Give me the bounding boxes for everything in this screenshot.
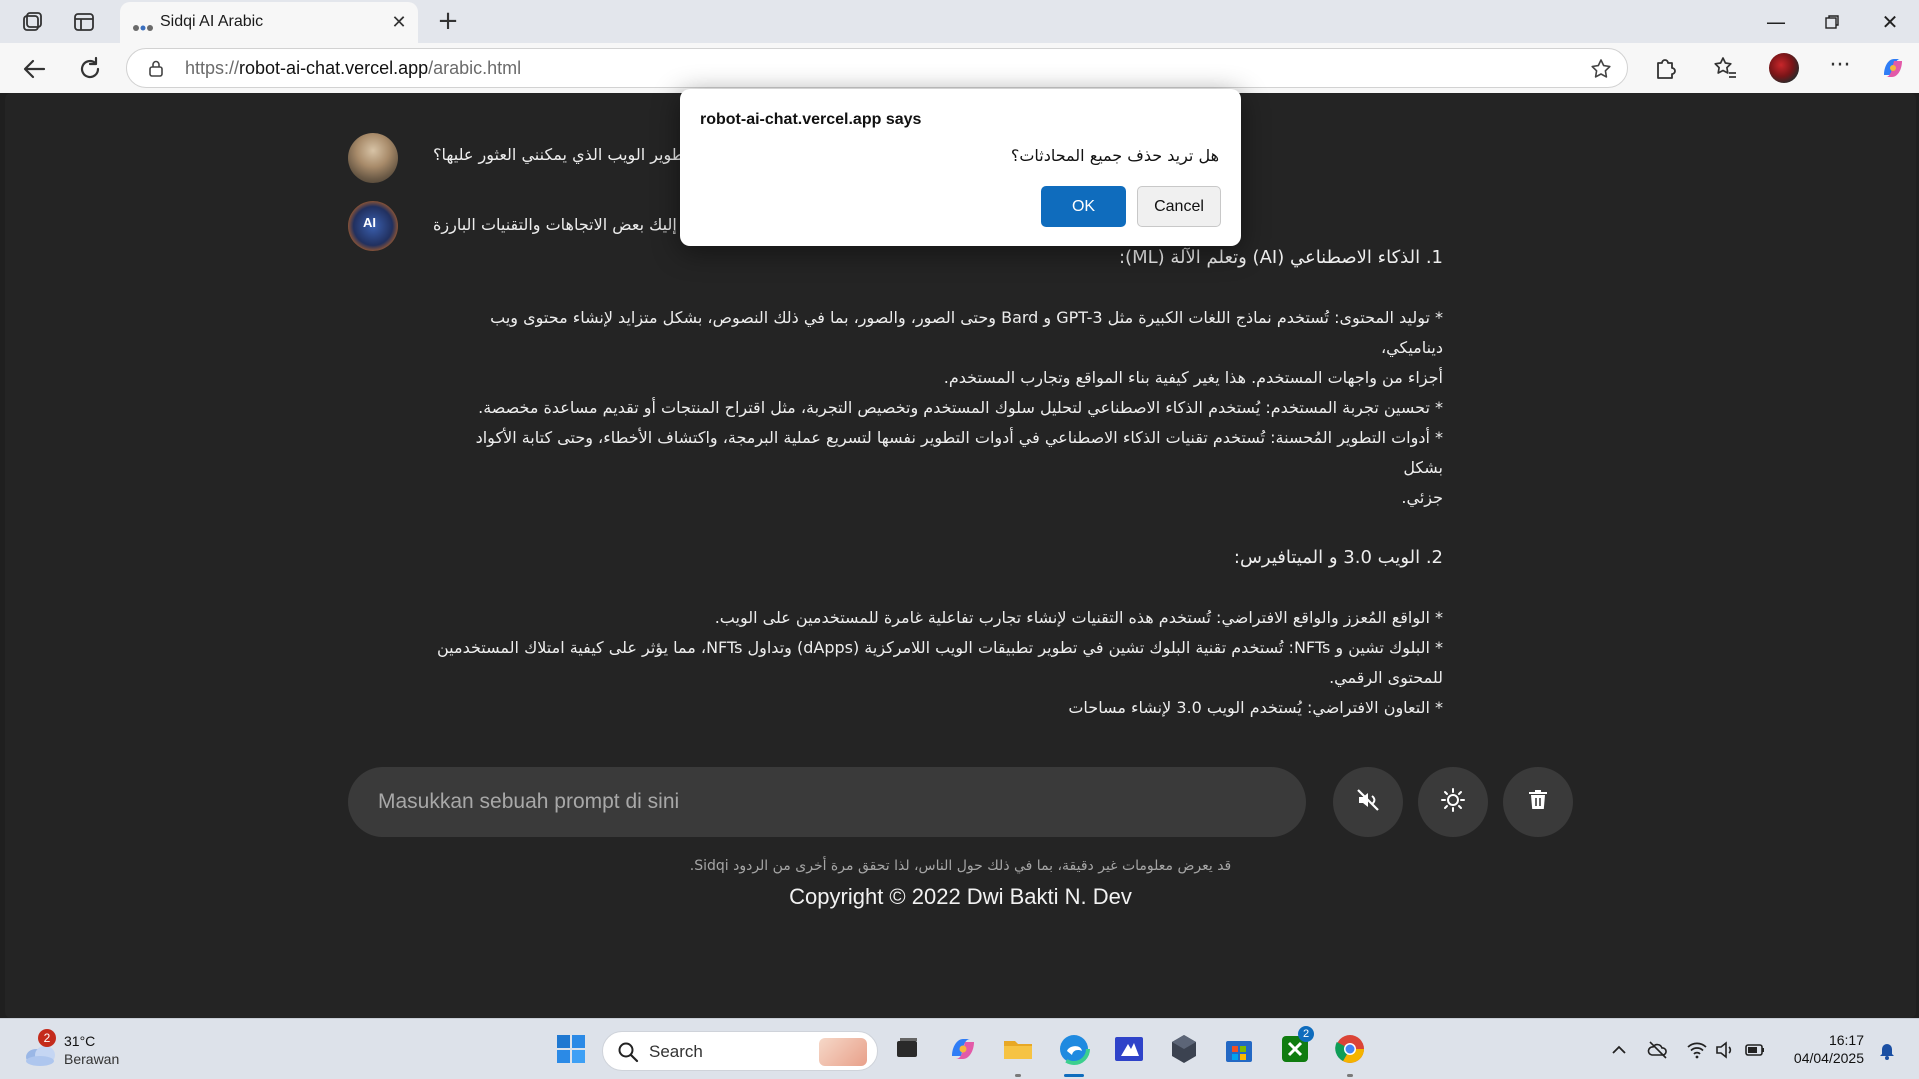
volume-icon[interactable] [1714,1039,1736,1061]
bot-line: جزئي. [1401,488,1443,507]
mute-icon [1354,786,1382,818]
copilot-icon[interactable] [1878,53,1908,83]
bot-line: 2. الويب 3.0 و الميتافيرس: [1233,547,1443,568]
bot-line: 1. الذكاء الاصطناعي (AI) وتعلم الآلة (ML… [1118,247,1443,268]
copilot-taskbar-icon[interactable] [946,1032,980,1066]
show-hidden-icons-icon[interactable] [1608,1039,1630,1061]
minimize-icon[interactable]: — [1750,6,1802,38]
weather-temperature: 31°C [64,1033,96,1049]
url-scheme: https:// [185,58,240,78]
cloud-icon [22,1041,58,1071]
search-highlight-icon [819,1038,867,1066]
photo-editor-icon[interactable] [1112,1032,1146,1066]
bot-line: * تحسين تجربة المستخدم: يُستخدم الذكاء ا… [478,398,1443,417]
file-explorer-icon[interactable] [1001,1032,1035,1066]
clock-time: 16:17 [1828,1032,1864,1048]
task-view-icon[interactable] [890,1032,924,1066]
tab-bar: Sidqi AI Arabic ✕ + — ✕ [0,0,1919,44]
theme-toggle-button[interactable] [1418,767,1488,837]
user-avatar [348,133,398,183]
dialog-message: هل تريد حذف جميع المحادثات؟ [1010,146,1219,165]
tab-active[interactable]: Sidqi AI Arabic ✕ [120,2,418,44]
dialog-title: robot-ai-chat.vercel.app says [700,111,922,128]
running-indicator [1347,1074,1353,1077]
bot-line [433,513,1443,543]
weather-description: Berawan [64,1051,120,1067]
profile-avatar[interactable] [1769,53,1799,83]
bot-line: * أدوات التطوير المُحسنة: تُستخدم تقنيات… [475,428,1443,477]
url-text[interactable]: https://robot-ai-chat.vercel.app/arabic.… [185,58,521,79]
refresh-icon[interactable] [74,53,106,85]
wifi-icon[interactable] [1686,1039,1708,1061]
favorites-icon[interactable] [1710,53,1740,83]
url-host: robot-ai-chat.vercel.app [239,58,429,78]
chrome-icon[interactable] [1333,1032,1367,1066]
onedrive-icon[interactable] [1647,1039,1669,1061]
ok-button[interactable]: OK [1041,186,1126,227]
bot-line [433,273,1443,303]
taskbar: 2 31°C Berawan Search 2 16:17 04/04/2025 [0,1018,1919,1079]
search-label: Search [649,1042,703,1061]
disclaimer-text: قد يعرض معلومات غير دقيقة، بما في ذلك حو… [689,858,1232,874]
taskbar-search[interactable]: Search [602,1031,878,1071]
restore-icon[interactable] [1806,6,1858,38]
new-tab-icon[interactable]: + [434,8,462,36]
store-icon[interactable] [1222,1032,1256,1066]
xbox-icon[interactable]: 2 [1278,1026,1314,1066]
url-path: /arabic.html [428,58,522,78]
tab-actions-icon[interactable] [70,8,98,36]
clock[interactable]: 16:17 04/04/2025 [1784,1031,1864,1067]
active-app-indicator [1064,1074,1084,1077]
weather-badge: 2 [38,1029,56,1047]
mute-button[interactable] [1333,767,1403,837]
bot-line: * توليد المحتوى: تُستخدم نماذج اللغات ال… [490,308,1443,357]
copyright-text: Copyright © 2022 Dwi Bakti N. Dev [789,884,1132,909]
ai-logo-text: AI [363,215,376,230]
workspaces-icon[interactable] [18,8,46,36]
bot-line: * الواقع المُعزز والواقع الافتراضي: تُست… [714,608,1443,627]
bot-line: أجزاء من واجهات المستخدم. هذا يغير كيفية… [943,368,1443,387]
more-options-icon[interactable]: ··· [1825,53,1855,83]
back-icon[interactable] [18,53,50,85]
lock-icon[interactable] [147,59,165,77]
theme-toggle-icon [1439,786,1467,818]
robot-favicon-icon [132,18,154,31]
bot-intro: إليك بعض الاتجاهات والتقنيات البارزة [433,215,677,234]
weather-widget[interactable]: 2 31°C Berawan [20,1029,140,1071]
navigation-bar: https://robot-ai-chat.vercel.app/arabic.… [0,43,1919,93]
address-bar[interactable]: https://robot-ai-chat.vercel.app/arabic.… [126,48,1628,88]
battery-icon[interactable] [1744,1039,1766,1061]
close-window-icon[interactable]: ✕ [1864,6,1916,38]
xbox-badge: 2 [1298,1026,1314,1042]
close-tab-icon[interactable]: ✕ [388,12,410,34]
user-message: تطوير الويب الذي يمكنني العثور عليها؟ [433,145,690,164]
trash-icon [1525,787,1551,817]
bot-line [433,573,1443,603]
cancel-button[interactable]: Cancel [1137,186,1221,227]
edge-icon[interactable] [1057,1032,1091,1066]
bot-line: * التعاون الافتراضي: يُستخدم الويب 3.0 ل… [1068,698,1443,717]
cube-app-icon[interactable] [1167,1032,1201,1066]
bot-message: 1. الذكاء الاصطناعي (AI) وتعلم الآلة (ML… [433,243,1443,723]
bot-line: * البلوك تشين و NFTs: تُستخدم تقنية البل… [437,638,1443,657]
search-icon [617,1041,639,1067]
extensions-icon[interactable] [1650,53,1680,83]
prompt-input[interactable] [348,767,1306,837]
bot-line: للمحتوى الرقمي. [1329,668,1443,687]
delete-chats-button[interactable] [1503,767,1573,837]
bot-avatar: AI [348,201,398,251]
clock-date: 04/04/2025 [1793,1050,1864,1066]
running-indicator [1015,1074,1021,1077]
favorite-star-icon[interactable] [1589,57,1613,81]
tab-title: Sidqi AI Arabic [160,13,264,30]
notification-bell-icon[interactable] [1876,1039,1898,1061]
confirm-dialog: robot-ai-chat.vercel.app says هل تريد حذ… [680,89,1241,246]
start-icon[interactable] [554,1032,588,1066]
